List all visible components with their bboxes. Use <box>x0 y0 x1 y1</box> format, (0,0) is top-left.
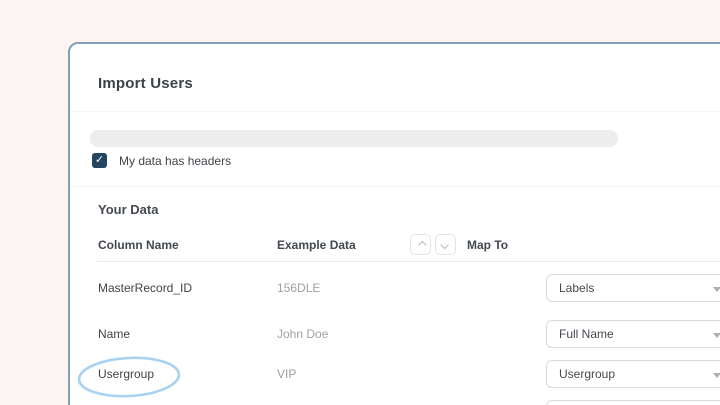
column-name-cell: MasterRecord_ID <box>98 281 192 295</box>
example-data-cell: John Doe <box>277 327 328 341</box>
example-data-cell: 156DLE <box>277 281 320 295</box>
column-header-map-to: Map To <box>467 238 508 252</box>
table-row: MasterRecord_ID 156DLE Labels <box>70 274 720 302</box>
modal-title: Import Users <box>98 75 193 92</box>
divider <box>70 111 720 112</box>
table-row-partial <box>70 400 720 405</box>
map-to-select[interactable] <box>546 400 720 405</box>
table-row: Usergroup VIP Usergroup <box>70 360 720 388</box>
map-to-select-value: Usergroup <box>559 367 615 381</box>
chevron-up-icon <box>418 240 426 248</box>
checkmark-icon: ✓ <box>95 155 104 166</box>
sort-down-button[interactable] <box>435 234 456 255</box>
map-to-select[interactable]: Labels <box>546 274 720 302</box>
map-to-select-value: Full Name <box>559 327 614 341</box>
caret-down-icon <box>713 333 720 338</box>
caret-down-icon <box>713 287 720 292</box>
import-users-modal: Import Users ✓ My data has headers Your … <box>68 42 720 405</box>
column-header-column-name: Column Name <box>98 238 179 252</box>
sort-up-button[interactable] <box>410 234 431 255</box>
section-title: Your Data <box>98 202 158 217</box>
table-header-divider <box>97 261 720 262</box>
file-placeholder-bar <box>90 130 618 147</box>
map-to-select[interactable]: Usergroup <box>546 360 720 388</box>
column-name-cell: Usergroup <box>98 367 154 381</box>
column-header-example-data: Example Data <box>277 238 356 252</box>
headers-checkbox[interactable]: ✓ <box>92 153 107 168</box>
headers-checkbox-row: ✓ My data has headers <box>92 153 231 168</box>
table-row: Name John Doe Full Name <box>70 320 720 348</box>
map-to-select-value: Labels <box>559 281 594 295</box>
example-data-cell: VIP <box>277 367 296 381</box>
column-name-cell: Name <box>98 327 130 341</box>
headers-checkbox-label: My data has headers <box>119 154 231 168</box>
caret-down-icon <box>713 373 720 378</box>
map-to-select[interactable]: Full Name <box>546 320 720 348</box>
divider <box>70 186 720 187</box>
chevron-down-icon <box>440 240 448 248</box>
